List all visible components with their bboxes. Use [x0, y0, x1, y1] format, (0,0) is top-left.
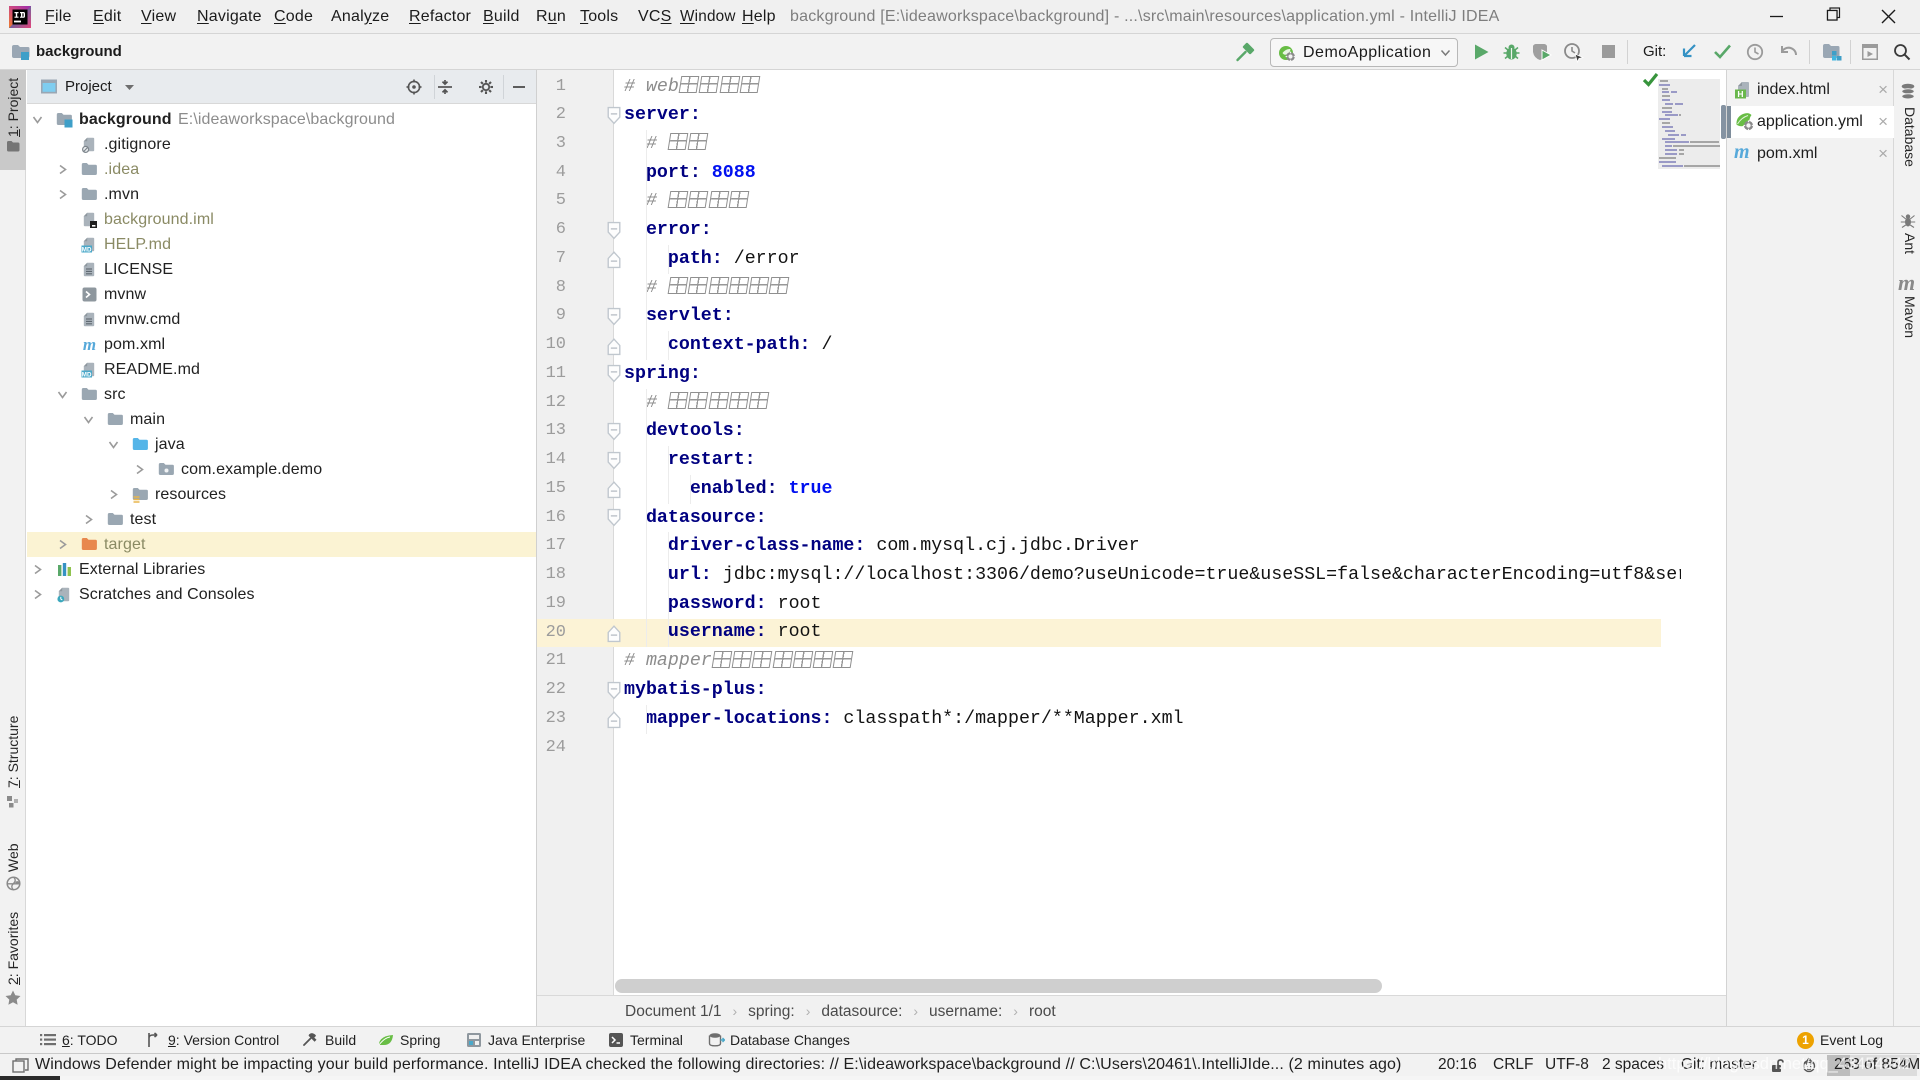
- svg-text:MD: MD: [82, 371, 92, 378]
- svg-text:MD: MD: [82, 246, 92, 253]
- svg-text:H: H: [1737, 89, 1743, 99]
- svg-text:m: m: [83, 336, 96, 353]
